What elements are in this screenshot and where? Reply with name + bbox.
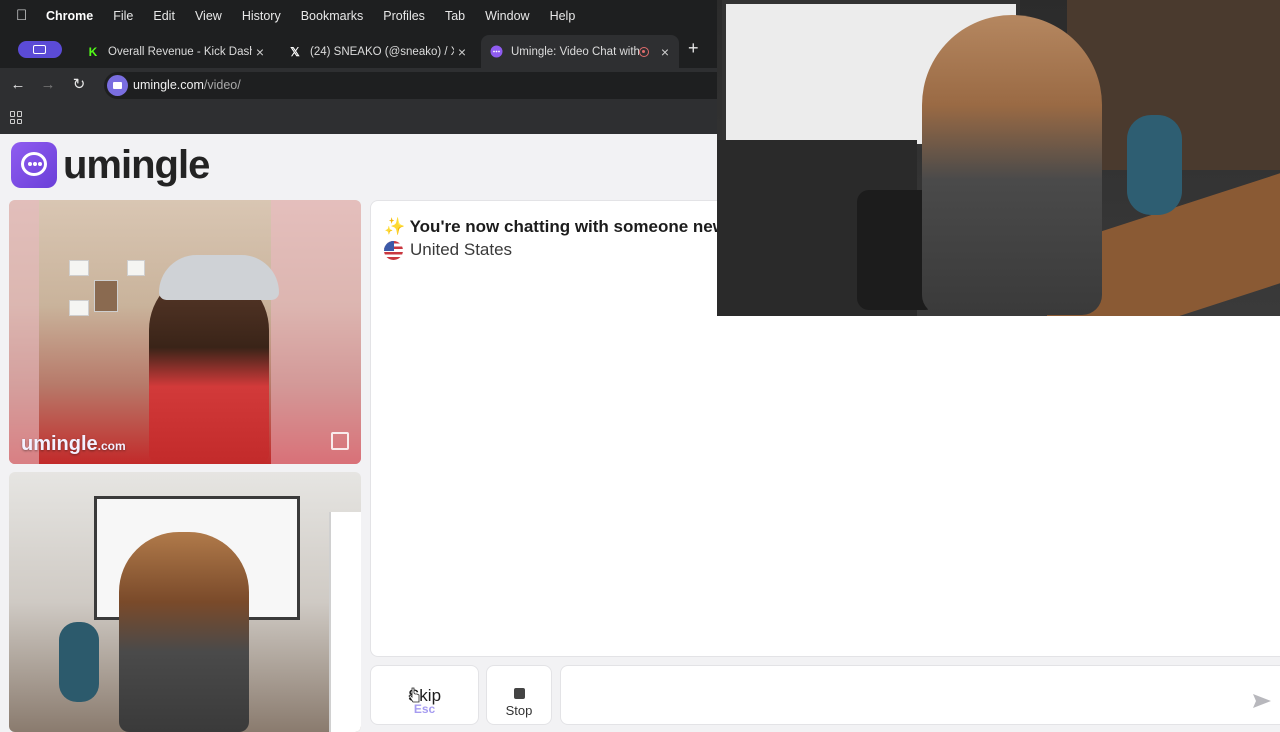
stranger-country: United States — [384, 240, 512, 260]
menu-file[interactable]: File — [113, 9, 133, 23]
stop-label: Stop — [505, 703, 533, 718]
tab-close-icon[interactable]: × — [252, 44, 268, 60]
message-input[interactable] — [560, 665, 1280, 725]
wall-photo — [69, 260, 89, 276]
new-tab-button[interactable]: + — [688, 38, 699, 59]
country-name: United States — [410, 240, 513, 259]
forward-arrow-icon[interactable]: → — [39, 76, 57, 94]
apps-grid-icon[interactable] — [10, 111, 23, 124]
cam-person — [922, 15, 1102, 315]
curtain — [271, 200, 361, 464]
back-arrow-icon[interactable]: ← — [9, 76, 27, 94]
menu-edit[interactable]: Edit — [153, 9, 175, 23]
chat-status-text: You're now chatting with someone new — [409, 217, 726, 236]
menu-app-chrome[interactable]: Chrome — [46, 9, 93, 23]
tab-sneako-x[interactable]: 𝕏 (24) SNEAKO (@sneako) / X × — [280, 35, 476, 68]
menu-profiles[interactable]: Profiles — [383, 9, 425, 23]
us-flag-icon — [384, 240, 403, 260]
tab-close-icon[interactable]: × — [454, 44, 470, 60]
menu-history[interactable]: History — [242, 9, 281, 23]
report-flag-icon[interactable] — [331, 432, 349, 450]
recording-icon — [639, 46, 649, 57]
url-host: umingle.com — [133, 78, 204, 92]
skip-shortcut: Esc — [413, 702, 436, 716]
shelf — [329, 512, 361, 732]
menu-window[interactable]: Window — [485, 9, 529, 23]
bookmarks-bar — [0, 102, 717, 134]
stranger-video: umingle.com — [9, 200, 361, 464]
site-info-icon[interactable] — [107, 75, 128, 96]
self-person — [119, 532, 249, 732]
hand-cursor-icon — [408, 687, 420, 703]
send-icon[interactable] — [1252, 693, 1272, 709]
chat-bubble-icon — [11, 142, 57, 188]
chat-status: ✨ You're now chatting with someone new — [384, 217, 726, 237]
browser-toolbar: ← → ↻ umingle.com/video/ — [0, 68, 717, 102]
wall-photo — [69, 300, 89, 316]
screen-icon — [33, 45, 46, 54]
menu-tab[interactable]: Tab — [445, 9, 465, 23]
apple-icon[interactable]:  — [16, 8, 30, 23]
stranger-cap — [159, 255, 279, 300]
cam-microphone — [1127, 115, 1182, 215]
wall-decor — [9, 200, 39, 464]
tab-title: Overall Revenue - Kick Dashb — [108, 45, 252, 58]
menu-view[interactable]: View — [195, 9, 222, 23]
url-text[interactable]: umingle.com/video/ — [133, 78, 241, 92]
tab-strip: K Overall Revenue - Kick Dashb × 𝕏 (24) … — [0, 31, 717, 68]
watermark-text: umingle — [21, 433, 98, 455]
menu-help[interactable]: Help — [550, 9, 576, 23]
tab-title: (24) SNEAKO (@sneako) / X — [310, 45, 454, 58]
wall-photo — [127, 260, 145, 276]
reload-icon[interactable]: ↻ — [70, 76, 88, 94]
address-bar[interactable]: umingle.com/video/ — [104, 72, 717, 99]
tab-group-pill[interactable] — [18, 41, 62, 58]
logo-text: umingle — [63, 142, 210, 187]
menu-bookmarks[interactable]: Bookmarks — [301, 9, 364, 23]
streamer-webcam-overlay — [717, 0, 1280, 316]
watermark-suffix: .com — [97, 439, 126, 453]
skip-button[interactable]: Skip Esc — [370, 665, 479, 725]
microphone — [59, 622, 99, 702]
wall-photo — [94, 280, 118, 312]
tab-kick-dashboard[interactable]: K Overall Revenue - Kick Dashb × — [78, 35, 274, 68]
url-path: /video/ — [203, 78, 241, 92]
tab-title: Umingle: Video Chat with — [511, 45, 639, 58]
site-logo[interactable]: umingle — [11, 142, 210, 188]
video-watermark: umingle.com — [21, 433, 126, 456]
stop-icon — [513, 688, 525, 699]
sparkle-icon: ✨ — [384, 217, 406, 236]
x-icon: 𝕏 — [290, 44, 300, 59]
umingle-icon — [489, 45, 503, 59]
self-video — [9, 472, 361, 732]
stop-button[interactable]: Stop — [486, 665, 552, 725]
tab-umingle[interactable]: Umingle: Video Chat with × — [481, 35, 679, 68]
tab-close-icon[interactable]: × — [657, 44, 673, 60]
menu-bar:  Chrome File Edit View History Bookmark… — [0, 0, 717, 31]
kick-icon: K — [88, 44, 98, 59]
